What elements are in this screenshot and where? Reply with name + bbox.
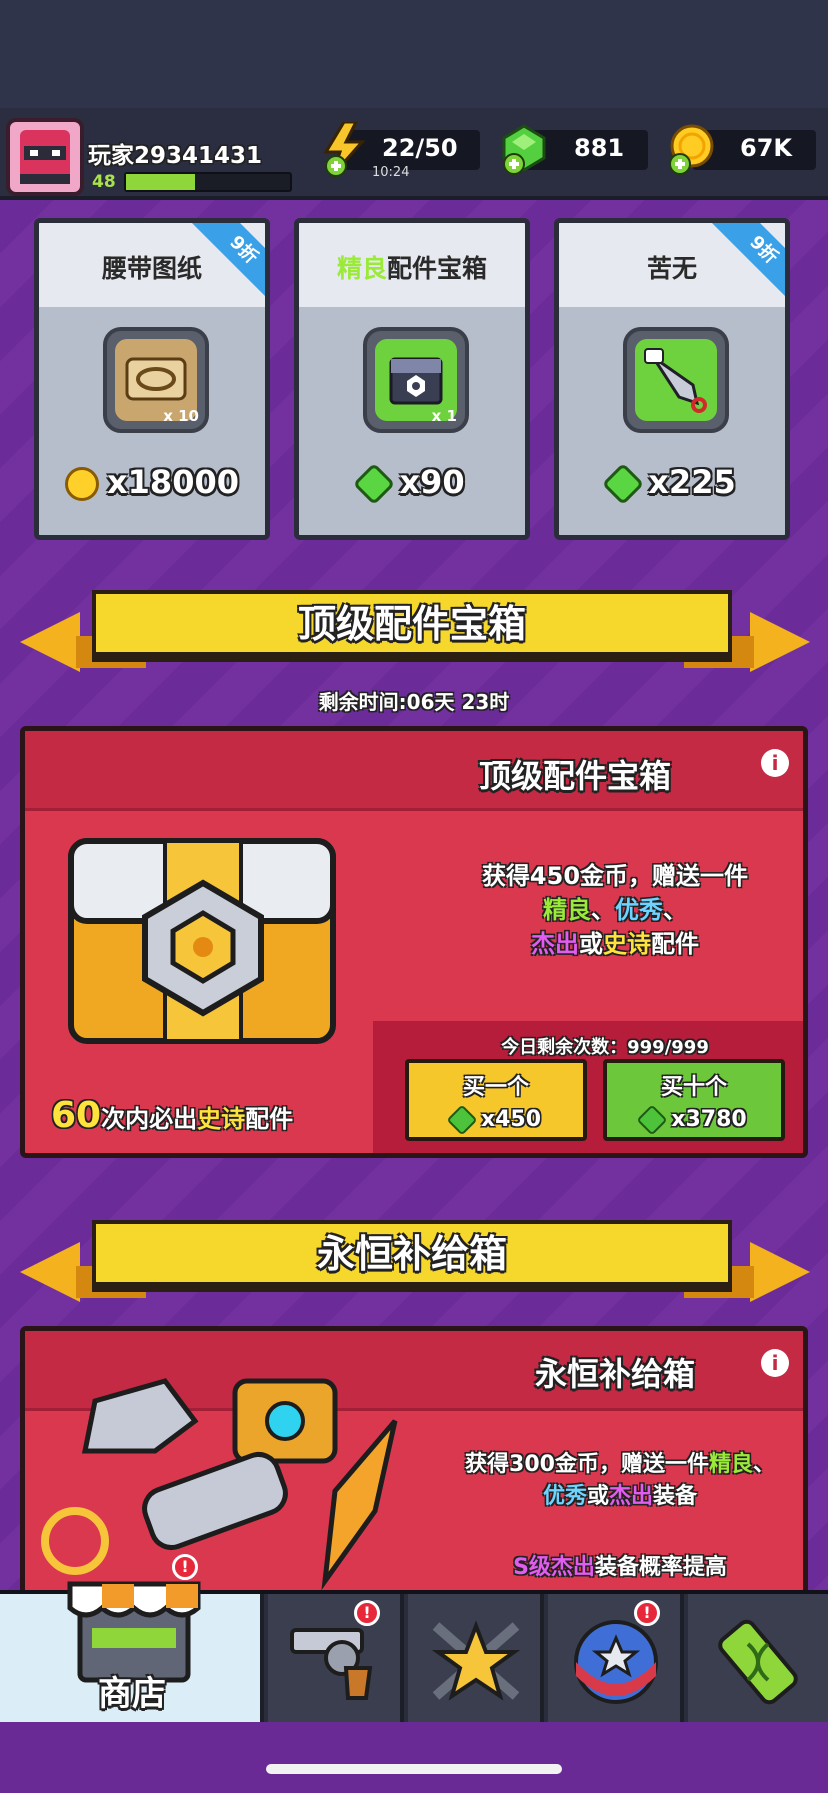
deal-title: 精良配件宝箱 bbox=[299, 223, 525, 307]
banner-left-arrow bbox=[20, 1242, 80, 1302]
info-icon[interactable]: i bbox=[761, 749, 789, 777]
buy-one-label: 买一个 bbox=[462, 1075, 529, 1100]
player-name: 玩家29341431 bbox=[88, 143, 263, 169]
shop-tab-label: 商店 bbox=[98, 1674, 166, 1714]
nav-tab-talents[interactable]: ! bbox=[548, 1594, 684, 1722]
home-indicator bbox=[266, 1764, 562, 1774]
daily-remaining: 今日剩余次数：999/999 bbox=[501, 1037, 709, 1058]
buy-one-price: x450 bbox=[409, 1104, 583, 1136]
supply-description: 获得300金币，赠送一件精良、 优秀或杰出装备 bbox=[465, 1452, 775, 1509]
nav-tab-evolution[interactable] bbox=[688, 1594, 828, 1722]
dna-tube-icon bbox=[708, 1614, 808, 1714]
supply-panel: 永恒补给箱 i 获得300金币，赠送一件精良、 优秀或杰出装备 S级杰出装备概率… bbox=[20, 1326, 808, 1596]
player-level: 48 bbox=[92, 172, 116, 192]
supply-equipment-icon bbox=[35, 1361, 415, 1591]
deal-price: x90 bbox=[299, 462, 525, 506]
info-icon[interactable]: i bbox=[761, 1349, 789, 1377]
deal-qty: x 1 bbox=[431, 407, 457, 425]
energy-plus-icon[interactable] bbox=[322, 120, 368, 182]
nav-tab-weapons[interactable]: ! bbox=[268, 1594, 404, 1722]
banner-left-arrow bbox=[20, 612, 80, 672]
pity-text: 60次内必出史诗配件 bbox=[51, 1095, 294, 1136]
coin-plus-icon[interactable] bbox=[666, 124, 716, 180]
buy-ten-price: x3780 bbox=[607, 1104, 781, 1136]
banner-title: 顶级配件宝箱 bbox=[92, 590, 732, 662]
gems-value: 881 bbox=[574, 134, 625, 162]
deal-price: x225 bbox=[559, 462, 785, 506]
talents-alert-badge: ! bbox=[634, 1600, 660, 1626]
banner-right-arrow bbox=[750, 1242, 810, 1302]
kunai-icon bbox=[623, 327, 729, 433]
weapons-alert-badge: ! bbox=[354, 1600, 380, 1626]
top-chest-panel: 顶级配件宝箱 i 获得450金币，赠送一件 精良、优秀、 杰出或史诗配件 今日剩… bbox=[20, 726, 808, 1158]
status-bar bbox=[0, 0, 828, 110]
deal-card-belt[interactable]: 腰带图纸 9折 x 10 x18000 bbox=[34, 218, 270, 540]
nav-tab-shop[interactable]: ! 商店 bbox=[0, 1554, 264, 1722]
xp-bar-fill bbox=[126, 174, 195, 190]
revolver-icon bbox=[286, 1618, 386, 1706]
banner-right-arrow bbox=[750, 612, 810, 672]
gem-icon bbox=[446, 1104, 478, 1136]
deal-price: x18000 bbox=[39, 463, 265, 501]
gem-plus-icon[interactable] bbox=[500, 124, 548, 180]
star-orb-icon bbox=[570, 1616, 662, 1710]
coin-icon bbox=[65, 467, 100, 501]
coins-value: 67K bbox=[740, 134, 792, 162]
buy-one-button[interactable]: 买一个 x450 bbox=[405, 1059, 587, 1141]
gem-icon bbox=[636, 1104, 668, 1136]
time-remaining: 剩余时间:06天 23时 bbox=[318, 690, 510, 714]
panel-title: 永恒补给箱 bbox=[534, 1355, 695, 1393]
energy-timer: 10:24 bbox=[372, 165, 410, 180]
star-swords-icon bbox=[426, 1616, 526, 1710]
section-banner-top-chest: 顶级配件宝箱 bbox=[20, 584, 810, 684]
nav-tab-battle[interactable] bbox=[408, 1594, 544, 1722]
supply-note: S级杰出装备概率提高 bbox=[513, 1555, 727, 1580]
shop-alert-badge: ! bbox=[172, 1554, 198, 1580]
panel-title: 顶级配件宝箱 bbox=[478, 757, 671, 795]
deal-qty: x 10 bbox=[163, 407, 199, 425]
xp-bar bbox=[124, 172, 292, 192]
top-chest-icon bbox=[61, 821, 351, 1065]
buy-ten-button[interactable]: 买十个 x3780 bbox=[603, 1059, 785, 1141]
buy-ten-label: 买十个 bbox=[660, 1075, 727, 1100]
deal-card-chest[interactable]: 精良配件宝箱 x 1 x90 bbox=[294, 218, 530, 540]
player-avatar[interactable] bbox=[6, 118, 84, 196]
energy-value: 22/50 bbox=[382, 134, 458, 162]
deal-card-kunai[interactable]: 苦无 9折 x225 bbox=[554, 218, 790, 540]
section-banner-supply: 永恒补给箱 bbox=[20, 1214, 810, 1314]
gem-icon bbox=[353, 462, 396, 506]
chest-description: 获得450金币，赠送一件 精良、优秀、 杰出或史诗配件 bbox=[481, 862, 749, 958]
belt-scroll-icon: x 10 bbox=[103, 327, 209, 433]
gem-icon bbox=[602, 462, 645, 506]
banner-title: 永恒补给箱 bbox=[92, 1220, 732, 1292]
chest-icon: x 1 bbox=[363, 327, 469, 433]
